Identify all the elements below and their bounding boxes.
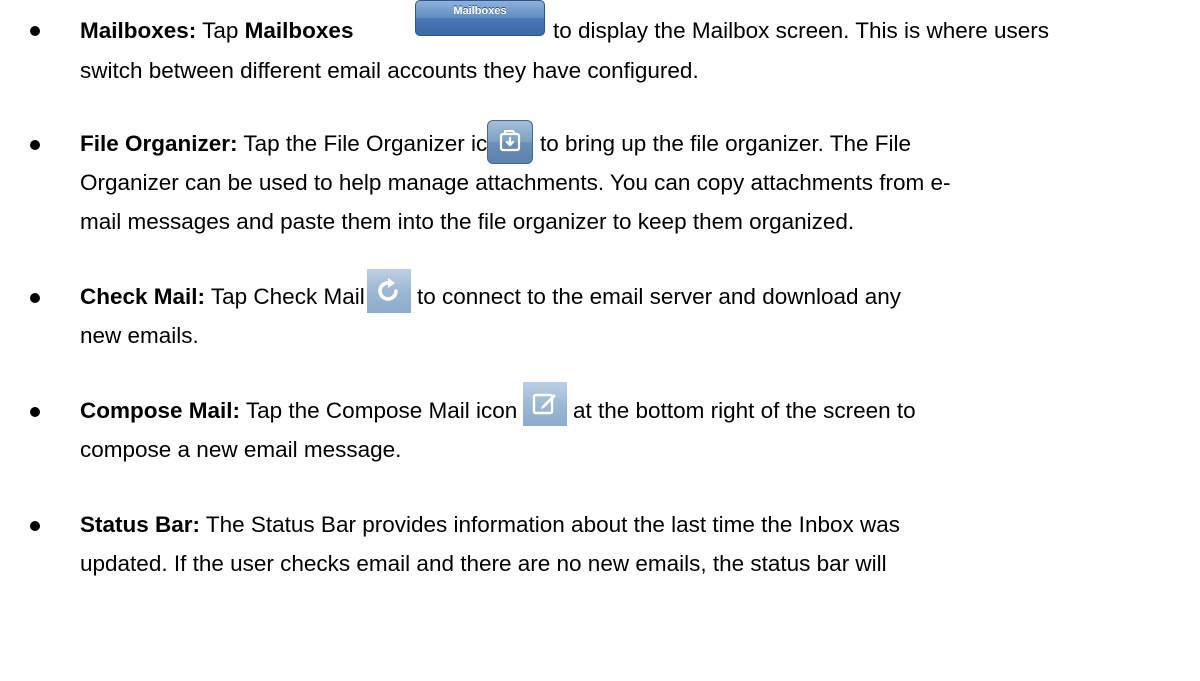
- item-line-1: Mailboxes: Tap Mailboxes: [80, 15, 353, 47]
- item-line-2: compose a new email message.: [80, 437, 402, 462]
- term-label: File Organizer:: [80, 131, 238, 156]
- text-run: Tap the File Organizer icon: [237, 131, 513, 156]
- item-line-3: mail messages and paste them into the fi…: [80, 209, 855, 234]
- item-line-1: Status Bar: The Status Bar provides info…: [80, 509, 900, 541]
- bullet-dot: [30, 293, 40, 303]
- bullet-dot: [30, 407, 40, 417]
- term-label: Compose Mail:: [80, 398, 241, 423]
- file-organizer-icon: [487, 120, 533, 164]
- item-line-2: Organizer can be used to help manage att…: [80, 170, 951, 195]
- term-label: Status Bar:: [80, 512, 201, 537]
- document-page: Mailboxes: Tap Mailboxes Mailboxes to di…: [0, 0, 1200, 681]
- item-line-1: File Organizer: Tap the File Organizer i…: [80, 128, 512, 160]
- term-label: Check Mail:: [80, 284, 206, 309]
- refresh-icon: [367, 269, 411, 313]
- term-label: Mailboxes:: [80, 18, 197, 43]
- text-run: Tap: [202, 18, 245, 43]
- item-line-1: Compose Mail: Tap the Compose Mail icon: [80, 395, 517, 427]
- item-line-1-cont: at the bottom right of the screen to: [573, 398, 916, 423]
- bold-run: Mailboxes: [244, 18, 354, 43]
- text-run: Tap the Compose Mail icon: [240, 398, 518, 423]
- item-line-1-cont: to bring up the file organizer. The File: [540, 131, 912, 156]
- mailboxes-button-image: Mailboxes: [415, 0, 545, 36]
- item-line-2: switch between different email accounts …: [80, 58, 699, 83]
- item-line-2: new emails.: [80, 323, 199, 348]
- item-line-1-cont: to display the Mailbox screen. This is w…: [553, 18, 1050, 43]
- item-line-1: Check Mail: Tap Check Mail icon: [80, 281, 412, 313]
- item-line-2: updated. If the user checks email and th…: [80, 551, 887, 576]
- bullet-dot: [30, 26, 40, 36]
- bullet-dot: [30, 140, 40, 150]
- item-line-1-cont: to connect to the email server and downl…: [417, 284, 902, 309]
- compose-icon: [523, 382, 567, 426]
- bullet-dot: [30, 521, 40, 531]
- text-run: The Status Bar provides information abou…: [200, 512, 900, 537]
